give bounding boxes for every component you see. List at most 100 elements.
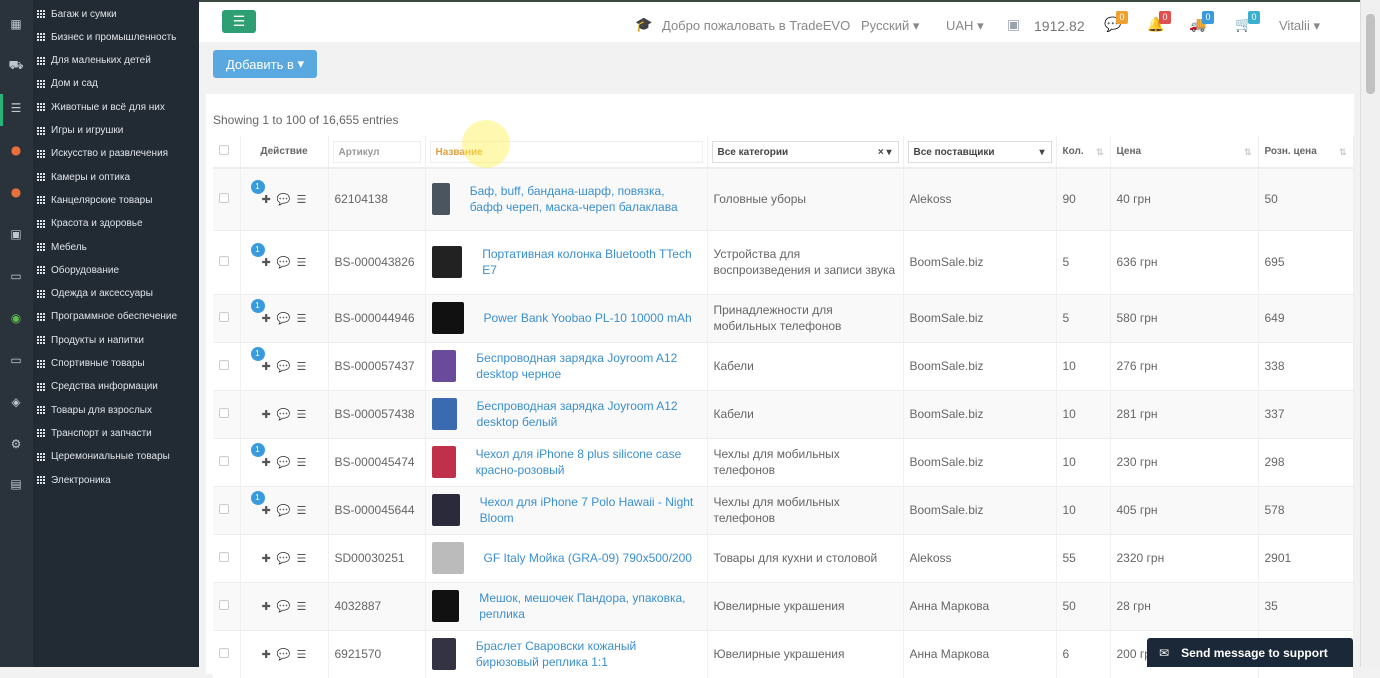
row-checkbox[interactable] [219,193,229,204]
product-link[interactable]: Чехол для iPhone 7 Polo Hawaii - Night B… [480,494,701,526]
category-item[interactable]: Дом и сад [33,74,199,94]
row-checkbox[interactable] [219,408,229,418]
category-item[interactable]: Для маленьких детей [33,51,199,71]
currency-dropdown[interactable]: UAH ▾ [946,18,984,34]
app-icon[interactable]: ◉ [8,310,24,326]
category-item[interactable]: Животные и всё для них [33,97,199,117]
add-icon[interactable]: ✚ [262,193,271,206]
row-checkbox[interactable] [219,360,229,370]
category-item[interactable]: Церемониальные товары [33,447,199,467]
category-item[interactable]: Товары для взрослых [33,400,199,420]
row-checkbox[interactable] [219,456,229,466]
product-link[interactable]: Беспроводная зарядка Joyroom A12 desktop… [477,398,701,430]
add-icon[interactable]: ✚ [262,408,271,421]
comment-icon[interactable]: 💬 [277,360,291,373]
product-thumbnail[interactable] [431,183,450,216]
category-item[interactable]: Электроника [33,470,199,490]
category-item[interactable]: Красота и здоровье [33,214,199,234]
category-item[interactable]: Мебель [33,237,199,257]
database-icon[interactable]: ☰ [297,648,307,661]
row-checkbox[interactable] [219,648,229,659]
category-item[interactable]: Багаж и сумки [33,4,199,24]
database-icon[interactable]: ☰ [297,600,307,613]
add-to-button[interactable]: Добавить в ▾ [213,50,317,78]
add-icon[interactable]: ✚ [262,648,271,661]
product-link[interactable]: Power Bank Yoobao PL-10 10000 mAh [484,310,692,326]
category-item[interactable]: Транспорт и запчасти [33,423,199,443]
retail-header[interactable]: Розн. цена ⇅ [1258,136,1354,169]
add-icon[interactable]: ✚ [262,600,271,613]
product-thumbnail[interactable] [431,302,464,334]
add-icon[interactable]: ✚ [262,312,271,325]
category-item[interactable]: Спортивные товары [33,354,199,374]
page-scrollbar[interactable] [1360,0,1380,667]
category-item[interactable]: Средства информации [33,377,199,397]
product-link[interactable]: Баф, buff, бандана-шарф, повязка, бафф ч… [470,183,701,215]
firefox-icon[interactable]: ● [8,184,24,200]
select-all-checkbox[interactable] [219,145,229,155]
add-icon[interactable]: ✚ [262,456,271,469]
database-icon[interactable]: ☰ [297,360,307,373]
qty-header[interactable]: Кол. ⇅ [1056,136,1111,169]
database-icon[interactable]: ☰ [8,100,24,116]
table-row[interactable]: ✚ 💬 ☰ BS-000057438 Беспроводная зарядка Joyr… [213,389,1354,438]
language-dropdown[interactable]: Русский ▾ [861,18,919,34]
database-icon[interactable]: ☰ [297,456,307,469]
product-thumbnail[interactable] [431,446,456,478]
comment-icon[interactable]: 💬 [277,408,291,421]
add-icon[interactable]: ✚ [262,504,271,517]
table-row[interactable]: 1 ✚ 💬 ☰ BS-000057437 Беспроводная зарядка Joy… [213,341,1354,390]
comment-icon[interactable]: 💬 [277,193,291,206]
product-link[interactable]: Портативная колонка Bluetooth TTech E7 [482,246,700,278]
category-item[interactable]: Оборудование [33,260,199,280]
category-item[interactable]: Канцелярские товары [33,190,199,210]
product-thumbnail[interactable] [431,590,460,622]
add-icon[interactable]: ✚ [262,552,271,565]
table-row[interactable]: 1 ✚ 💬 ☰ BS-000045644 Чехол для iPhone 7 Polo … [213,485,1354,534]
table-row[interactable]: 1 ✚ 💬 ☰ BS-000043826 Портативная колонка Blue… [213,229,1354,294]
product-link[interactable]: GF Italy Мойка (GRA-09) 790x500/200 [484,550,692,566]
database-icon[interactable]: ☰ [297,504,307,517]
screen-icon[interactable]: ▣ [8,226,24,242]
category-item[interactable]: Искусство и развлечения [33,144,199,164]
product-link[interactable]: Чехол для iPhone 8 plus silicone case кр… [476,446,701,478]
comment-icon[interactable]: 💬 [277,256,291,269]
database-icon[interactable]: ☰ [297,256,307,269]
support-button[interactable]: ✉ Send message to support [1147,638,1353,667]
product-link[interactable]: Браслет Сваровски кожаный бирюзовый репл… [476,638,701,670]
row-checkbox[interactable] [219,256,229,266]
row-checkbox[interactable] [219,504,229,514]
comment-icon[interactable]: 💬 [277,312,291,325]
category-item[interactable]: Продукты и напитки [33,330,199,350]
grid-icon[interactable]: ▦ [8,16,24,32]
window-icon[interactable]: ▭ [8,268,24,284]
table-row[interactable]: ✚ 💬 ☰ 4032887 Мешок, мешочек Пандора, упаков… [213,581,1354,630]
supplier-filter-select[interactable]: Все поставщики ▾ [907,141,1052,163]
database-icon[interactable]: ☰ [297,552,307,565]
database-icon[interactable]: ☰ [297,193,307,206]
comment-icon[interactable]: 💬 [277,504,291,517]
comment-icon[interactable]: 💬 [277,552,291,565]
database-icon[interactable]: ☰ [297,408,307,421]
product-thumbnail[interactable] [431,638,456,671]
add-icon[interactable]: ✚ [262,360,271,373]
add-icon[interactable]: ✚ [262,256,271,269]
product-link[interactable]: Беспроводная зарядка Joyroom A12 desktop… [476,350,700,382]
truck-icon[interactable]: ⛟ [8,58,24,74]
product-thumbnail[interactable] [431,246,463,278]
comment-icon[interactable]: 💬 [277,456,291,469]
scrollbar-thumb[interactable] [1366,14,1375,94]
category-item[interactable]: Игры и игрушки [33,121,199,141]
gears-icon[interactable]: ⚙ [8,436,24,452]
category-item[interactable]: Одежда и аксессуары [33,284,199,304]
product-thumbnail[interactable] [431,494,460,526]
row-checkbox[interactable] [219,312,229,322]
product-thumbnail[interactable] [431,542,464,574]
table-row[interactable]: ✚ 💬 ☰ SD00030251 GF Italy Мойка (GRA-09) 790… [213,533,1354,582]
row-checkbox[interactable] [219,600,229,610]
category-item[interactable]: Камеры и оптика [33,167,199,187]
comment-icon[interactable]: 💬 [277,648,291,661]
comment-icon[interactable]: 💬 [277,600,291,613]
category-item[interactable]: Бизнес и промышленность [33,27,199,47]
graduation-cap-icon[interactable]: 🎓 [635,17,652,33]
